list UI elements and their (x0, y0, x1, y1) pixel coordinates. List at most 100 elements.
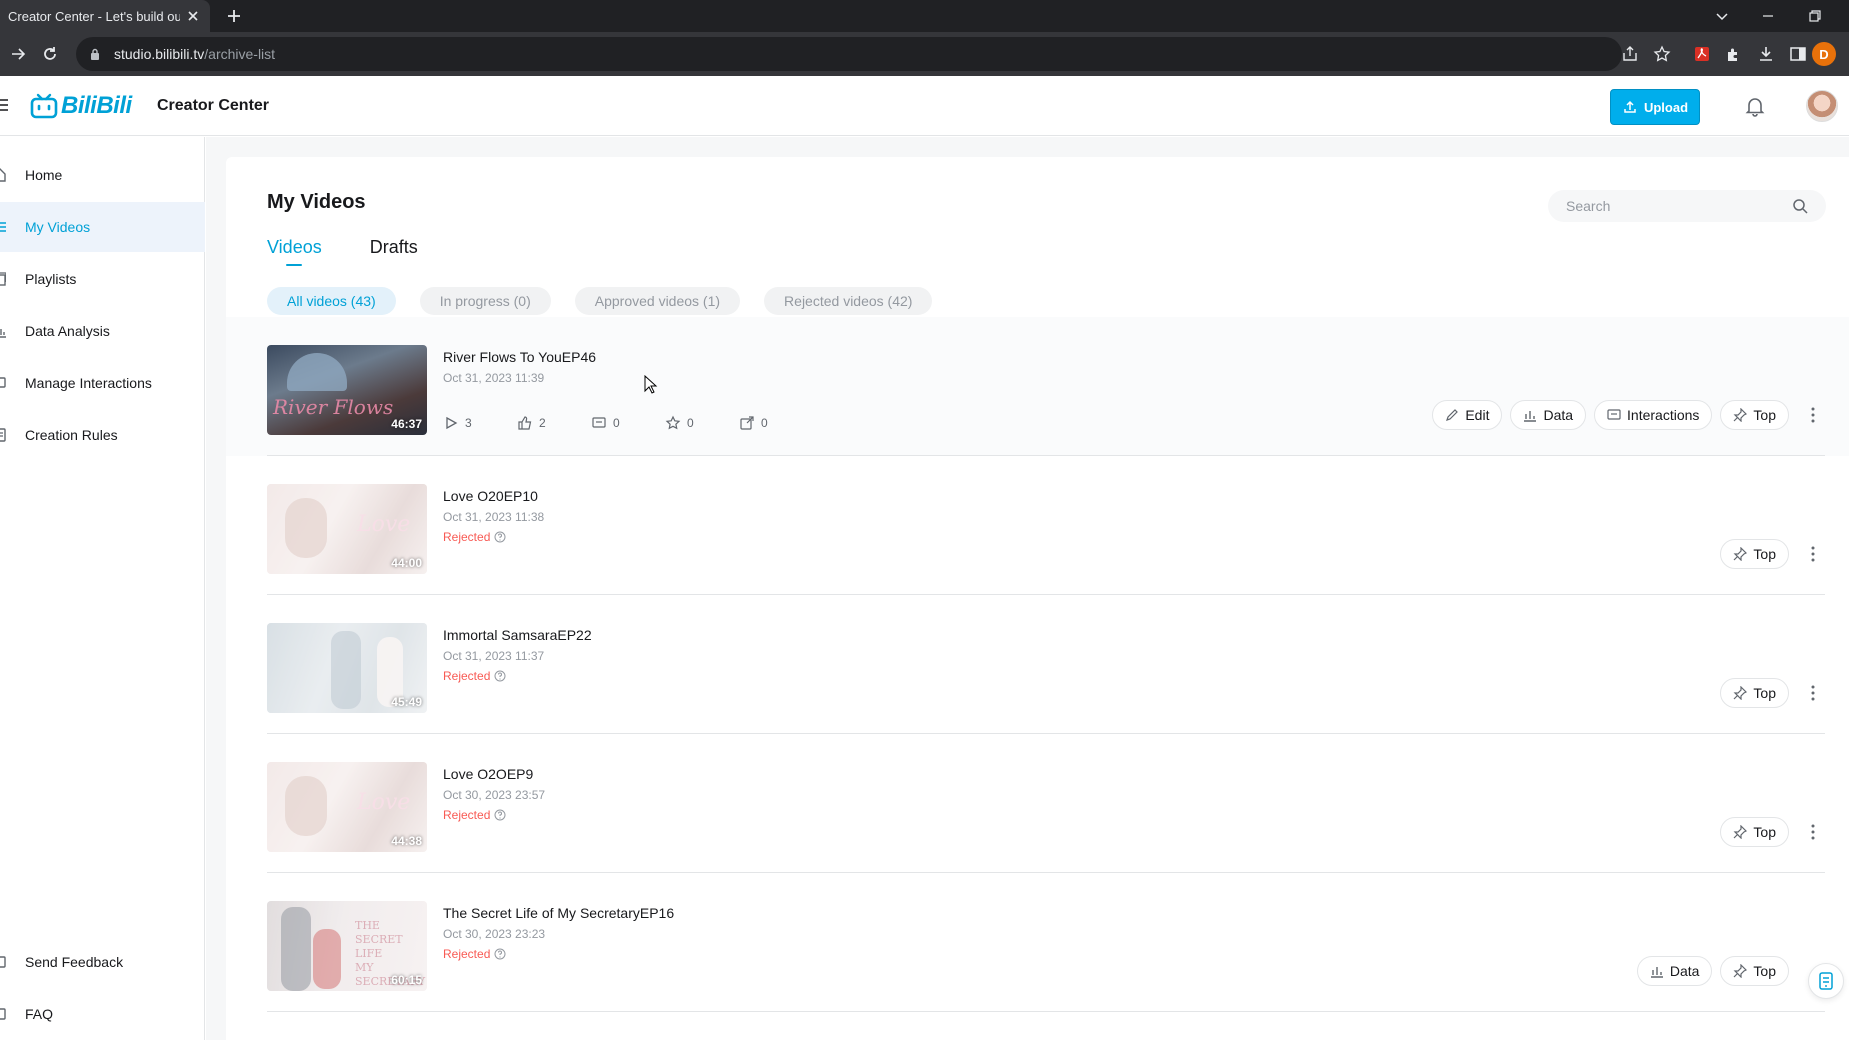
play-icon (446, 416, 458, 430)
tab-videos[interactable]: Videos (267, 237, 322, 266)
pin-top-button[interactable]: Top (1720, 539, 1789, 569)
video-title[interactable]: The Secret Life of My SecretaryEP16 (443, 905, 674, 921)
logo-text: BiliBili (61, 92, 132, 119)
data-button[interactable]: Data (1636, 956, 1713, 986)
data-button[interactable]: Data (1510, 400, 1587, 430)
status-label: Rejected (443, 947, 491, 961)
video-row[interactable]: River Flows 46:37 River Flows To YouEP46… (226, 317, 1849, 456)
video-row[interactable]: Love 44:38 Love O2OEP9 Oct 30, 2023 23:5… (226, 734, 1849, 873)
bilibili-logo[interactable]: BiliBili (30, 92, 132, 120)
video-actions: Data Top (1636, 956, 1789, 986)
video-date: Oct 30, 2023 23:23 (443, 927, 546, 941)
sidebar-item-faq[interactable]: FAQ (0, 989, 205, 1039)
more-vertical-icon[interactable] (1805, 822, 1821, 842)
help-circle-icon[interactable] (494, 531, 506, 543)
download-icon[interactable] (1756, 44, 1776, 64)
home-icon (0, 168, 6, 182)
video-thumbnail[interactable]: River Flows 46:37 (267, 345, 427, 435)
favorites-stat: 0 (665, 415, 739, 431)
pdf-extension-icon[interactable] (1692, 44, 1712, 64)
close-icon[interactable] (184, 7, 202, 25)
reload-icon[interactable] (40, 44, 60, 64)
chevron-down-icon[interactable] (1712, 6, 1732, 26)
share-icon[interactable] (1620, 44, 1640, 64)
pin-icon (1733, 964, 1748, 978)
tab-drafts[interactable]: Drafts (370, 237, 418, 266)
video-thumbnail[interactable]: Love 44:38 (267, 762, 427, 852)
browser-tab[interactable]: Creator Center - Let's build our (0, 0, 210, 32)
sidebar-item-manage-interactions[interactable]: Manage Interactions (0, 358, 205, 408)
sidepanel-icon[interactable] (1788, 44, 1808, 64)
top-label: Top (1753, 407, 1776, 423)
help-circle-icon[interactable] (494, 670, 506, 682)
pin-top-button[interactable]: Top (1720, 817, 1789, 847)
video-duration: 45:49 (391, 695, 422, 709)
comments-stat: 0 (591, 415, 665, 431)
pin-top-button[interactable]: Top (1720, 400, 1789, 430)
status-filters: All videos (43) In progress (0) Approved… (267, 287, 933, 315)
filter-all-videos[interactable]: All videos (43) (267, 287, 396, 315)
address-bar[interactable]: studio.bilibili.tv/archive-list (76, 37, 1622, 71)
forward-icon[interactable] (8, 44, 28, 64)
sidebar: Home My Videos Playlists Data Analysis M… (0, 137, 205, 1040)
browser-toolbar: studio.bilibili.tv/archive-list D (0, 32, 1849, 76)
sidebar-item-home[interactable]: Home (0, 150, 205, 200)
filter-rejected[interactable]: Rejected videos (42) (764, 287, 933, 315)
edit-button[interactable]: Edit (1432, 400, 1503, 430)
more-vertical-icon[interactable] (1805, 683, 1821, 703)
help-circle-icon[interactable] (494, 948, 506, 960)
video-thumbnail[interactable]: 45:49 (267, 623, 427, 713)
filter-approved[interactable]: Approved videos (1) (574, 287, 741, 315)
video-title[interactable]: River Flows To YouEP46 (443, 349, 596, 365)
video-row[interactable]: THE SECRET LIFE MY SECRETARY 60:15 The Se… (226, 873, 1849, 1012)
status-rejected: Rejected (443, 530, 506, 544)
new-tab-icon[interactable] (224, 6, 244, 26)
video-row[interactable]: Love 44:00 Love O20EP10 Oct 31, 2023 11:… (226, 456, 1849, 595)
video-title[interactable]: Love O20EP10 (443, 488, 538, 504)
upload-label: Upload (1643, 99, 1689, 115)
pin-top-button[interactable]: Top (1720, 678, 1789, 708)
menu-icon[interactable] (0, 98, 8, 112)
page-title: My Videos (267, 191, 366, 213)
playlist-icon (0, 272, 6, 286)
video-thumbnail[interactable]: Love 44:00 (267, 484, 427, 574)
video-title[interactable]: Love O2OEP9 (443, 766, 533, 782)
bell-icon[interactable] (1744, 95, 1766, 117)
top-label: Top (1753, 963, 1776, 979)
sidebar-item-data-analysis[interactable]: Data Analysis (0, 306, 205, 356)
user-avatar[interactable] (1806, 90, 1838, 122)
star-icon[interactable] (1652, 44, 1672, 64)
floating-helper-button[interactable] (1808, 963, 1844, 999)
puzzle-icon[interactable] (1724, 44, 1744, 64)
pin-icon (1733, 547, 1748, 561)
tv-logo-icon (30, 93, 58, 119)
sidebar-item-playlists[interactable]: Playlists (0, 254, 205, 304)
faq-icon (0, 1008, 6, 1020)
restore-icon[interactable] (1805, 6, 1825, 26)
video-date: Oct 31, 2023 11:38 (443, 510, 545, 524)
thumbs-up-icon (518, 416, 532, 430)
lock-icon (91, 48, 99, 60)
sidebar-item-creation-rules[interactable]: Creation Rules (0, 410, 205, 460)
interactions-button[interactable]: Interactions (1594, 400, 1713, 430)
more-vertical-icon[interactable] (1805, 544, 1821, 564)
help-circle-icon[interactable] (494, 809, 506, 821)
sidebar-item-send-feedback[interactable]: Send Feedback (0, 937, 205, 987)
browser-profile-avatar[interactable]: D (1812, 42, 1836, 66)
video-title[interactable]: Immortal SamsaraEP22 (443, 627, 592, 643)
more-vertical-icon[interactable] (1805, 405, 1821, 425)
search-icon[interactable] (1792, 198, 1808, 214)
sidebar-item-my-videos[interactable]: My Videos (0, 202, 205, 252)
data-label: Data (1669, 963, 1700, 979)
upload-button[interactable]: Upload (1610, 89, 1700, 125)
search-box[interactable] (1548, 190, 1826, 222)
pin-top-button[interactable]: Top (1720, 956, 1789, 986)
chart-icon (0, 329, 6, 338)
status-label: Rejected (443, 530, 491, 544)
filter-in-progress[interactable]: In progress (0) (419, 287, 551, 315)
minimize-icon[interactable] (1758, 6, 1778, 26)
search-input[interactable] (1566, 198, 1786, 214)
document-icon (1819, 972, 1833, 990)
video-thumbnail[interactable]: THE SECRET LIFE MY SECRETARY 60:15 (267, 901, 427, 991)
video-row[interactable]: 45:49 Immortal SamsaraEP22 Oct 31, 2023 … (226, 595, 1849, 734)
